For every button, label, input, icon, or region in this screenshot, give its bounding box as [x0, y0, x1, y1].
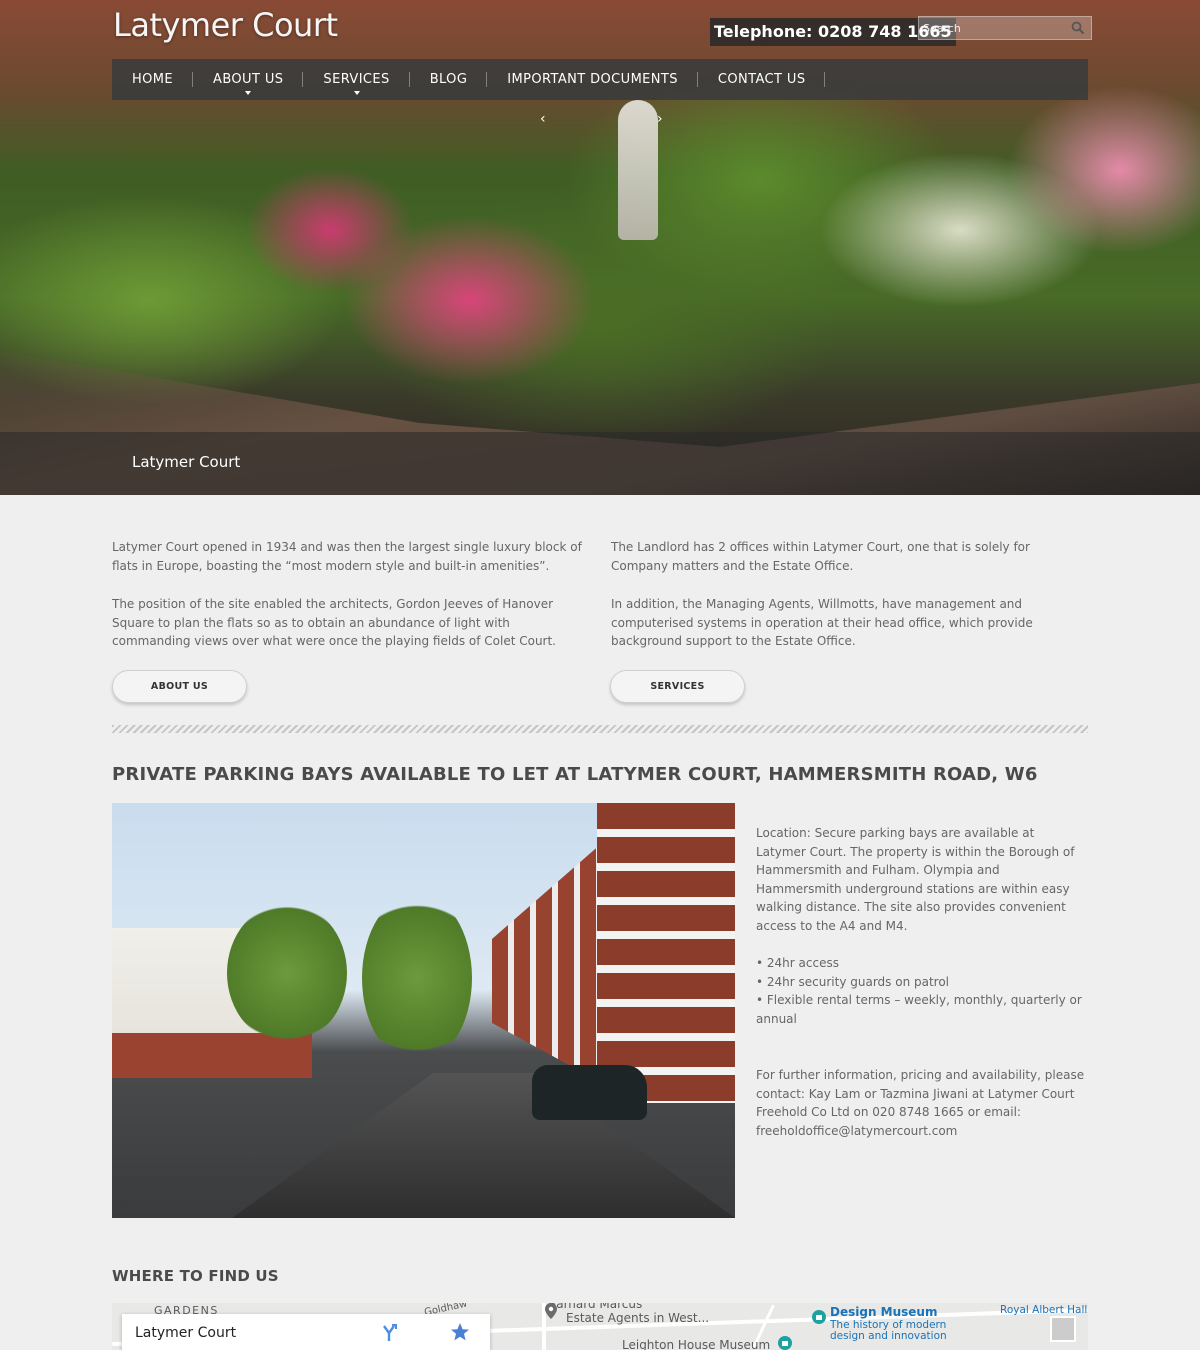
intro-paragraph: The position of the site enabled the arc…: [112, 597, 556, 648]
hero-caption: Latymer Court: [132, 453, 241, 471]
photo-car: [532, 1065, 647, 1120]
street-view-thumbnail[interactable]: [1050, 1316, 1076, 1342]
photo-tree: [362, 893, 472, 1063]
site-title[interactable]: Latymer Court: [113, 6, 338, 44]
nav-item-services[interactable]: SERVICES: [303, 59, 410, 100]
chevron-down-icon: [353, 91, 360, 95]
nav-item-important-documents[interactable]: IMPORTANT DOCUMENTS: [487, 59, 698, 100]
nav-label: CONTACT US: [717, 72, 806, 87]
search-box: [918, 16, 1092, 40]
find-us-title: WHERE TO FIND US: [112, 1267, 279, 1285]
map-pin-icon[interactable]: [545, 1303, 557, 1319]
search-icon[interactable]: [1071, 21, 1085, 35]
hero-caption-bar: Latymer Court: [0, 432, 1200, 495]
intro-left-column: Latymer Court opened in 1934 and was the…: [112, 538, 587, 671]
map-place-card: Latymer Court: [122, 1314, 490, 1350]
nav-label: SERVICES: [323, 72, 390, 87]
parking-title: PRIVATE PARKING BAYS AVAILABLE TO LET AT…: [112, 764, 1038, 785]
slider-next-icon[interactable]: ›: [657, 111, 663, 127]
feature-item: • Flexible rental terms – weekly, monthl…: [756, 993, 1082, 1026]
map-pin-label: Royal Albert Hall: [1000, 1304, 1088, 1316]
garden-statue: [618, 100, 658, 240]
nav-label: BLOG: [429, 72, 468, 87]
nav-item-contact-us[interactable]: CONTACT US: [698, 59, 826, 100]
main-nav: HOME ABOUT US SERVICES BLOG IMPORTANT DO…: [112, 59, 1088, 100]
nav-item-about-us[interactable]: ABOUT US: [193, 59, 304, 100]
parking-photo: [112, 803, 735, 1218]
nav-item-blog[interactable]: BLOG: [410, 59, 488, 100]
parking-details: Location: Secure parking bays are availa…: [756, 824, 1086, 1159]
museum-pin-icon[interactable]: [778, 1336, 792, 1350]
map-pin-label: Design Museum: [830, 1305, 938, 1319]
map-pin-sublabel: design and innovation: [830, 1330, 947, 1342]
nav-label: HOME: [132, 72, 174, 87]
photo-tree: [227, 903, 347, 1043]
about-us-button[interactable]: ABOUT US: [112, 670, 247, 703]
museum-pin-icon[interactable]: [812, 1310, 826, 1324]
services-button[interactable]: SERVICES: [610, 670, 745, 703]
save-star-icon[interactable]: [450, 1322, 470, 1342]
map-pin-label: Barnard Marcus: [548, 1303, 643, 1311]
feature-item: • 24hr access: [756, 956, 839, 970]
intro-right-column: The Landlord has 2 offices within Latyme…: [611, 538, 1086, 671]
nav-item-home[interactable]: HOME: [112, 59, 194, 100]
intro-paragraph: The Landlord has 2 offices within Latyme…: [611, 540, 1030, 573]
photo-building-right: [597, 803, 735, 1103]
parking-features: • 24hr access • 24hr security guards on …: [756, 954, 1086, 1028]
parking-contact: For further information, pricing and ava…: [756, 1068, 1085, 1138]
search-input[interactable]: [919, 17, 1069, 40]
chevron-down-icon: [245, 91, 252, 95]
feature-item: • 24hr security guards on patrol: [756, 974, 950, 989]
intro-paragraph: In addition, the Managing Agents, Willmo…: [611, 597, 1033, 648]
map-place-title: Latymer Court: [135, 1325, 237, 1341]
parking-location: Location: Secure parking bays are availa…: [756, 826, 1075, 933]
hatched-divider: [112, 725, 1088, 733]
slider-prev-icon[interactable]: ‹: [540, 111, 546, 127]
nav-label: IMPORTANT DOCUMENTS: [507, 72, 678, 87]
nav-label: ABOUT US: [213, 72, 284, 87]
photo-building-mid: [492, 843, 602, 1083]
map-pin-label: Estate Agents in West...: [566, 1311, 710, 1325]
map-pin-label: Leighton House Museum: [622, 1338, 771, 1350]
intro-paragraph: Latymer Court opened in 1934 and was the…: [112, 540, 582, 573]
directions-icon[interactable]: [380, 1324, 398, 1342]
